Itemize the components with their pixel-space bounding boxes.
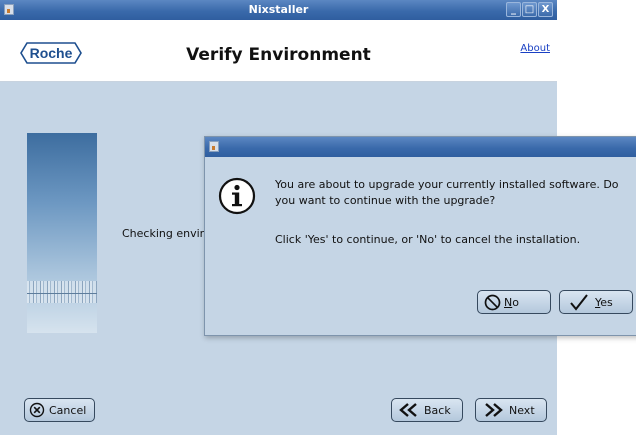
x-circle-icon: [29, 402, 45, 421]
about-link[interactable]: About: [520, 43, 550, 54]
window-titlebar[interactable]: Nixstaller _ □ X: [0, 0, 557, 20]
dialog-message: You are about to upgrade your currently …: [275, 178, 619, 207]
double-right-arrow-icon: [482, 402, 504, 421]
upgrade-confirm-dialog: x You are about to upgrade your currentl…: [204, 136, 636, 336]
cancel-button-label: Cancel: [49, 404, 87, 417]
double-left-arrow-icon: [398, 402, 420, 421]
checkmark-icon: [569, 294, 589, 314]
cancel-button[interactable]: Cancel: [24, 398, 95, 422]
minimize-button[interactable]: _: [506, 2, 521, 17]
dialog-titlebar[interactable]: x: [205, 137, 636, 157]
window-title: Nixstaller: [248, 3, 309, 16]
dialog-instruction: Click 'Yes' to continue, or 'No' to canc…: [275, 233, 581, 246]
maximize-button[interactable]: □: [522, 2, 537, 17]
yes-button-label: Yes: [595, 296, 613, 309]
back-button[interactable]: Back: [391, 398, 463, 422]
yes-button[interactable]: Yes: [559, 290, 633, 314]
info-icon: [218, 177, 256, 218]
next-button[interactable]: Next: [475, 398, 547, 422]
page-title: Verify Environment: [186, 45, 371, 65]
no-button[interactable]: No: [477, 290, 551, 314]
no-circle-icon: [484, 294, 501, 314]
next-button-label: Next: [509, 404, 535, 417]
side-banner-image: [27, 133, 97, 333]
dialog-app-icon[interactable]: [209, 141, 219, 152]
close-button[interactable]: X: [538, 2, 553, 17]
page-header: Roche Verify Environment About: [0, 20, 557, 82]
no-button-label: No: [504, 296, 519, 309]
back-button-label: Back: [424, 404, 451, 417]
status-text: Checking envir: [122, 227, 205, 240]
